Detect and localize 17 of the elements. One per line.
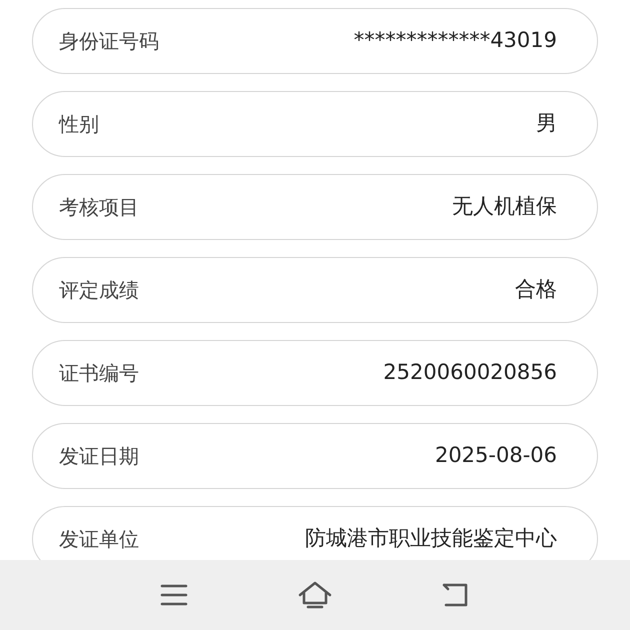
field-label: 发证单位	[59, 526, 139, 553]
field-value: *************43019	[354, 27, 557, 54]
field-value: 2520060020856	[383, 359, 557, 386]
field-value: 男	[536, 110, 557, 138]
field-label: 发证日期	[59, 443, 139, 470]
home-icon[interactable]	[298, 581, 332, 609]
back-icon[interactable]	[442, 582, 470, 608]
field-label: 性别	[59, 111, 99, 138]
field-value: 合格	[515, 276, 557, 304]
field-label: 考核项目	[59, 194, 139, 221]
field-value: 防城港市职业技能鉴定中心	[305, 525, 557, 552]
field-value: 无人机植保	[452, 193, 557, 220]
field-label: 身份证号码	[59, 28, 159, 55]
field-value: 2025-08-06	[434, 442, 557, 470]
menu-icon[interactable]	[160, 583, 188, 607]
field-label: 证书编号	[59, 360, 139, 387]
field-label: 评定成绩	[59, 277, 139, 304]
